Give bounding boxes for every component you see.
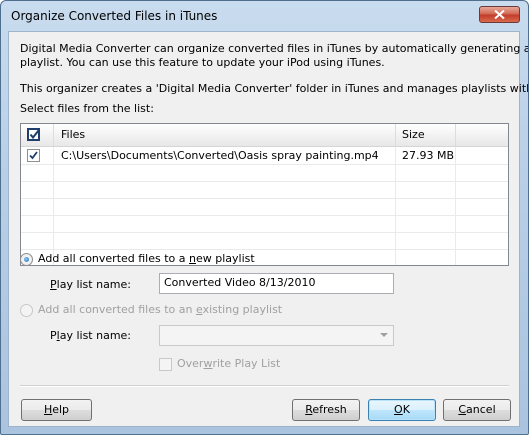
overwrite-playlist-label[interactable]: Overwrite Play List <box>177 357 280 370</box>
overwrite-playlist-checkbox[interactable] <box>159 358 172 371</box>
cancel-button[interactable]: Cancel <box>443 399 511 421</box>
help-button[interactable]: Help <box>21 399 92 421</box>
title-bar[interactable]: Organize Converted Files in iTunes <box>1 1 528 31</box>
select-all-checkbox[interactable] <box>27 128 40 141</box>
file-list[interactable]: Files Size C:\Users\Documents\Converted\… <box>20 123 509 266</box>
row-checkbox[interactable] <box>27 149 40 162</box>
chevron-down-icon <box>380 333 388 337</box>
refresh-button[interactable]: Refresh <box>292 399 360 421</box>
footer-separator <box>20 385 509 387</box>
existing-playlist-name-label: Play list name: <box>50 329 132 342</box>
new-playlist-radio[interactable] <box>20 253 33 266</box>
existing-playlist-dropdown[interactable] <box>159 325 394 346</box>
intro-text-line1: Digital Media Converter can organize con… <box>20 42 529 55</box>
close-icon <box>494 10 505 19</box>
table-row[interactable]: C:\Users\Documents\Converted\Oasis spray… <box>21 147 508 164</box>
ok-button[interactable]: OK <box>368 399 436 421</box>
dialog-window: Organize Converted Files in iTunes Digit… <box>0 0 529 435</box>
new-playlist-name-label: Play list name: <box>50 278 131 291</box>
select-files-label: Select files from the list: <box>20 102 154 115</box>
close-button[interactable] <box>479 6 520 23</box>
new-playlist-name-input[interactable]: Converted Video 8/13/2010 <box>159 273 394 294</box>
dialog-body: Digital Media Converter can organize con… <box>8 31 528 427</box>
file-size: 27.93 MB <box>402 149 455 162</box>
list-header: Files Size <box>21 124 508 147</box>
checkmark-icon <box>29 129 40 140</box>
existing-playlist-radio[interactable] <box>20 304 33 317</box>
checkmark-icon <box>29 151 38 160</box>
intro-text-line2: playlist. You can use this feature to up… <box>20 56 385 69</box>
column-header-files[interactable]: Files <box>61 128 85 141</box>
file-path: C:\Users\Documents\Converted\Oasis spray… <box>61 149 379 162</box>
window-title: Organize Converted Files in iTunes <box>11 9 218 23</box>
new-playlist-label[interactable]: Add all converted files to a new playlis… <box>38 252 255 265</box>
intro-text-line3: This organizer creates a 'Digital Media … <box>20 82 529 95</box>
column-header-size[interactable]: Size <box>402 128 425 141</box>
existing-playlist-label[interactable]: Add all converted files to an existing p… <box>38 303 282 316</box>
